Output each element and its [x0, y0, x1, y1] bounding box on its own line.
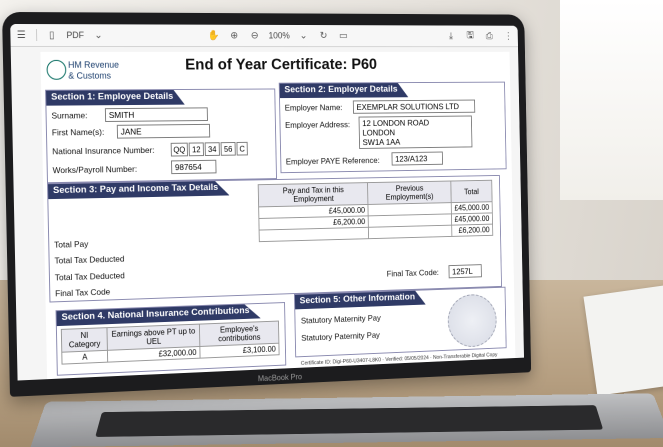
row-label: Total Tax Deducted — [54, 253, 125, 266]
rotate-icon[interactable]: ↻ — [316, 28, 331, 43]
print-icon[interactable]: ⎙ — [482, 28, 496, 43]
final-tax-code-label: Final Tax Code: — [386, 267, 439, 279]
document-title: End of Year Certificate: P60 — [185, 56, 378, 74]
row-label: Total Pay — [54, 238, 89, 250]
section2-heading: Section 2: Employer Details — [280, 83, 409, 98]
download-icon[interactable]: ⤓ — [444, 28, 458, 43]
section1-heading: Section 1: Employee Details — [46, 90, 185, 106]
section-employee-details: Section 1: Employee Details Surname: SMI… — [45, 88, 277, 184]
ni-part: 34 — [204, 142, 220, 157]
window-light — [560, 0, 663, 200]
sidebar-toggle-icon[interactable]: ▯ — [44, 27, 60, 43]
employer-address-box: 12 LONDON ROAD LONDON SW1A 1AA — [358, 115, 473, 149]
first-name-value: JANE — [116, 123, 211, 139]
paper-sheet — [583, 284, 663, 396]
zoom-level[interactable]: 100% — [268, 31, 289, 41]
column-header: NI Category — [61, 327, 108, 353]
section-other-information: Section 5: Other Information Statutory M… — [293, 286, 507, 358]
column-header: Pay and Tax in this Employment — [258, 182, 369, 207]
works-number-value: 987654 — [171, 159, 217, 175]
employer-name-label: Employer Name: — [284, 102, 343, 113]
surname-label: Surname: — [51, 110, 88, 121]
other-info-item: Statutory Maternity Pay — [300, 312, 381, 326]
crest-icon — [46, 59, 67, 80]
ni-part: C — [236, 141, 248, 156]
section5-heading: Section 5: Other Information — [295, 290, 426, 309]
official-seal-icon — [447, 293, 498, 348]
employer-name-value: EXEMPLAR SOLUTIONS LTD — [352, 99, 476, 114]
p60-document: HM Revenue & Customs End of Year Certifi… — [40, 51, 516, 381]
ni-part: 12 — [188, 142, 204, 157]
more-options-icon[interactable]: ⋮ — [501, 29, 515, 44]
menu-icon[interactable]: ☰ — [13, 27, 29, 43]
column-header: Total — [450, 180, 493, 203]
paye-ref-label: Employer PAYE Reference: — [285, 155, 380, 167]
section3-heading: Section 3: Pay and Income Tax Details — [48, 181, 230, 199]
ni-part: QQ — [170, 142, 188, 157]
section-pay-and-tax: Section 3: Pay and Income Tax Details To… — [47, 174, 502, 303]
logo-text-line1: HM Revenue — [67, 59, 120, 70]
hmrc-logo: HM Revenue & Customs — [46, 58, 134, 88]
laptop-lid: ☰ ▯ PDF ⌄ ✋ ⊕ ⊖ 100% ⌄ ↻ ▭ ⤓ 🖫 ⎙ ⋮ HM Re… — [1, 11, 532, 397]
keyboard — [95, 405, 604, 437]
works-number-label: Works/Payroll Number: — [52, 163, 138, 176]
table-cell: £3,100.00 — [199, 343, 280, 359]
laptop-base — [30, 393, 663, 447]
paye-ref-value: 123/A123 — [391, 151, 444, 166]
row-label: Total Tax Deducted — [54, 270, 125, 283]
ni-number-label: National Insurance Number: — [52, 145, 155, 157]
section-employer-details: Section 2: Employer Details Employer Nam… — [278, 81, 507, 174]
table-cell: £6,200.00 — [451, 224, 493, 237]
zoom-dropdown-icon[interactable]: ⌄ — [296, 28, 311, 43]
pay-tax-table: Pay and Tax in this Employment Previous … — [258, 180, 493, 242]
table-cell: A — [61, 350, 108, 365]
other-info-item: Statutory Paternity Pay — [301, 329, 380, 343]
zoom-out-icon[interactable]: ⊖ — [247, 28, 262, 43]
section-ni-contributions: Section 4. National Insurance Contributi… — [55, 302, 287, 376]
employer-address-label: Employer Address: — [285, 119, 351, 130]
ni-part: 56 — [220, 142, 236, 156]
surname-value: SMITH — [104, 107, 208, 122]
pdf-toolbar: ☰ ▯ PDF ⌄ ✋ ⊕ ⊖ 100% ⌄ ↻ ▭ ⤓ 🖫 ⎙ ⋮ — [10, 23, 518, 48]
column-header: Previous Employment(s) — [367, 181, 452, 205]
ni-table: NI Category Earnings above PT up to UEL … — [61, 321, 280, 365]
table-cell — [368, 225, 452, 239]
first-name-label: First Name(s): — [51, 126, 105, 138]
address-line: SW1A 1AA — [362, 137, 401, 148]
zoom-in-icon[interactable]: ⊕ — [227, 28, 242, 44]
table-cell: £32,000.00 — [107, 346, 200, 363]
toolbar-divider — [35, 29, 38, 42]
format-selector[interactable]: PDF — [66, 30, 84, 40]
hand-tool-icon[interactable]: ✋ — [206, 28, 221, 44]
laptop-screen: ☰ ▯ PDF ⌄ ✋ ⊕ ⊖ 100% ⌄ ↻ ▭ ⤓ 🖫 ⎙ ⋮ HM Re… — [10, 23, 524, 381]
save-icon[interactable]: 🖫 — [463, 28, 477, 43]
row-label: Final Tax Code — [55, 286, 111, 299]
chevron-down-icon[interactable]: ⌄ — [91, 27, 107, 43]
final-tax-code-value: 1257L — [448, 264, 482, 279]
logo-text-line2: & Customs — [68, 70, 112, 81]
fit-page-icon[interactable]: ▭ — [336, 28, 351, 43]
table-cell — [259, 227, 369, 242]
